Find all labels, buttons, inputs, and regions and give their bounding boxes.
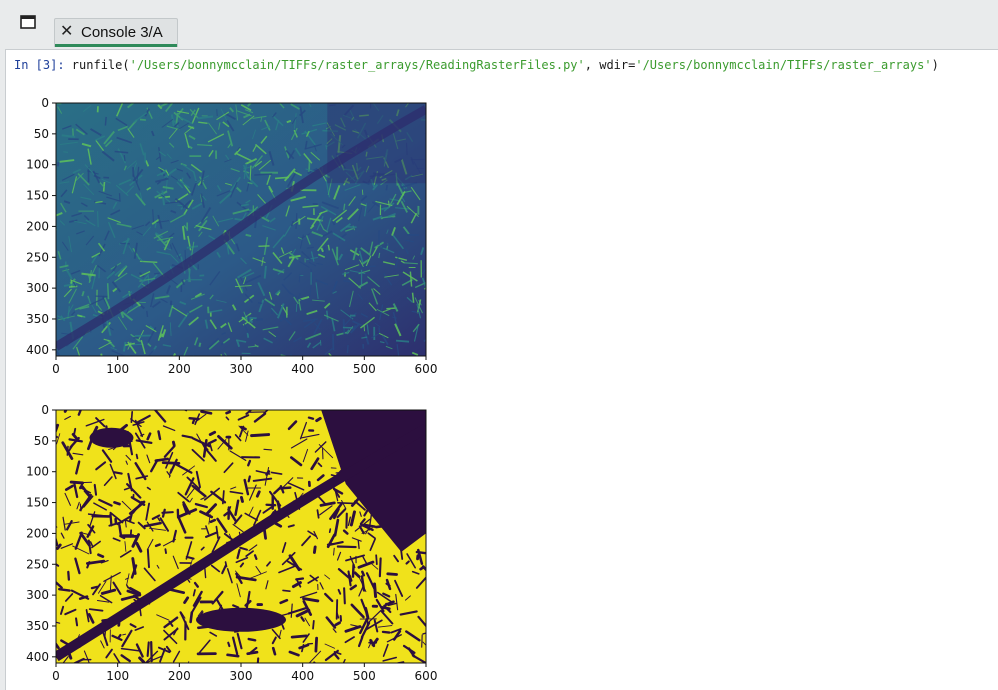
y-tick-label: 200 bbox=[26, 526, 49, 540]
raster-plot-1-svg: 0 100 200 300 400 500 600 0 50 100 150 200 250 300 350… bbox=[26, 96, 438, 376]
file-argument: '/Users/bonnymcclain/TIFFs/raster_arrays… bbox=[129, 58, 585, 72]
x-tick-label: 400 bbox=[291, 669, 314, 683]
x-tick-label: 500 bbox=[353, 362, 376, 376]
active-tab-indicator bbox=[55, 44, 177, 47]
x-tick-label: 0 bbox=[52, 669, 60, 683]
raster-image bbox=[56, 410, 426, 663]
runfile-command: In [3]: runfile('/Users/bonnymcclain/TIF… bbox=[14, 58, 939, 72]
y-tick-label: 50 bbox=[34, 127, 49, 141]
raster-plot-2-svg: 0 100 200 300 400 500 600 0 50 100 150 200 250 300 350… bbox=[26, 403, 438, 683]
y-tick-label: 400 bbox=[26, 650, 49, 664]
x-tick-label: 0 bbox=[52, 362, 60, 376]
y-tick-label: 100 bbox=[26, 158, 49, 172]
y-tick-label: 0 bbox=[41, 403, 49, 417]
x-tick-label: 500 bbox=[353, 669, 376, 683]
raster-plot-2: 0 100 200 300 400 500 600 0 50 100 150 200 250 300 350… bbox=[11, 403, 451, 688]
undock-window-icon[interactable] bbox=[20, 15, 36, 29]
wdir-separator: , wdir= bbox=[584, 58, 636, 72]
tab-label: Console 3/A bbox=[81, 24, 163, 41]
call-prefix: runfile( bbox=[64, 58, 130, 72]
y-tick-label: 100 bbox=[26, 465, 49, 479]
x-tick-label: 100 bbox=[106, 669, 129, 683]
x-tick-label: 200 bbox=[168, 669, 191, 683]
console-output[interactable]: In [3]: runfile('/Users/bonnymcclain/TIF… bbox=[5, 49, 998, 690]
x-tick-label: 400 bbox=[291, 362, 314, 376]
wdir-argument: '/Users/bonnymcclain/TIFFs/raster_arrays… bbox=[635, 58, 932, 72]
y-tick-label: 350 bbox=[26, 619, 49, 633]
x-tick-label: 600 bbox=[415, 669, 438, 683]
y-tick-label: 150 bbox=[26, 496, 49, 510]
close-tab-icon[interactable]: ✕ bbox=[60, 21, 73, 40]
y-tick-label: 200 bbox=[26, 219, 49, 233]
raster-plot-1: 0 100 200 300 400 500 600 0 50 100 150 200 250 300 350… bbox=[11, 96, 451, 381]
raster-image bbox=[56, 103, 426, 356]
x-tick-label: 100 bbox=[106, 362, 129, 376]
y-tick-label: 150 bbox=[26, 189, 49, 203]
x-tick-label: 200 bbox=[168, 362, 191, 376]
y-tick-label: 50 bbox=[34, 434, 49, 448]
y-tick-label: 350 bbox=[26, 312, 49, 326]
y-tick-label: 250 bbox=[26, 557, 49, 571]
y-tick-label: 0 bbox=[41, 96, 49, 110]
input-prompt: In [3]: bbox=[14, 58, 65, 72]
x-tick-label: 300 bbox=[230, 669, 253, 683]
y-tick-label: 300 bbox=[26, 281, 49, 295]
y-tick-label: 250 bbox=[26, 250, 49, 264]
y-tick-label: 300 bbox=[26, 588, 49, 602]
y-tick-label: 400 bbox=[26, 343, 49, 357]
x-tick-label: 300 bbox=[230, 362, 253, 376]
tab-console-3a[interactable]: ✕ Console 3/A bbox=[54, 18, 178, 47]
x-tick-label: 600 bbox=[415, 362, 438, 376]
call-suffix: ) bbox=[931, 58, 939, 72]
